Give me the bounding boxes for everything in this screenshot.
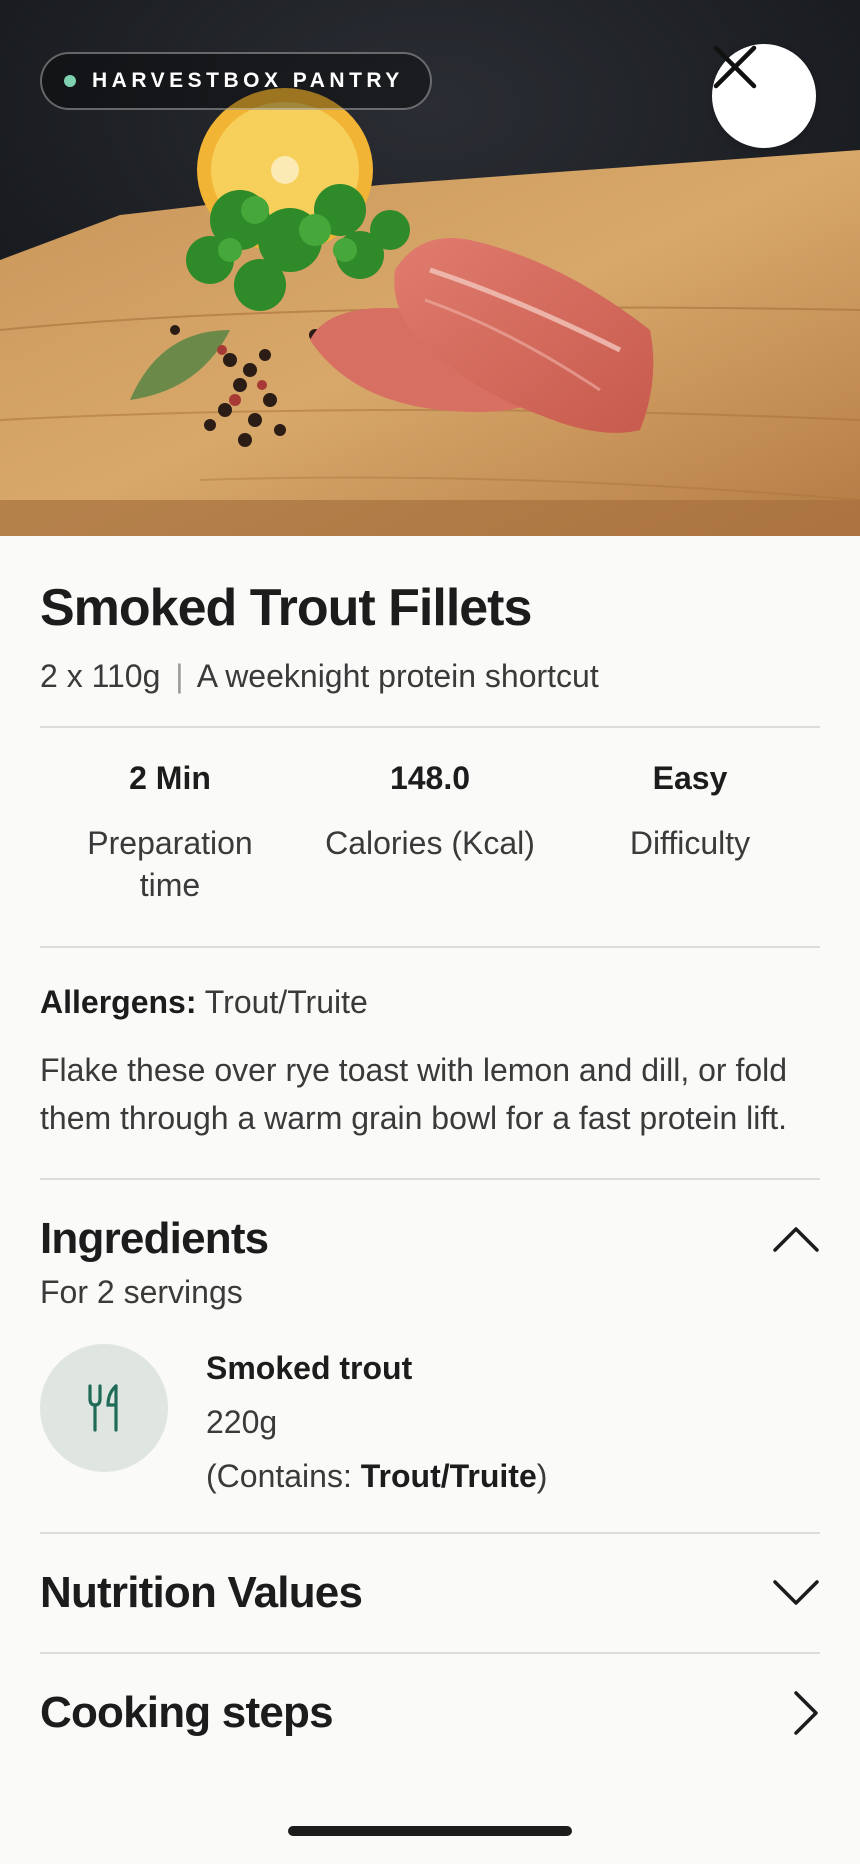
ingredient-name: Smoked trout (206, 1350, 413, 1386)
chevron-right-icon[interactable] (792, 1689, 820, 1737)
contains-value: Trout/Truite (360, 1458, 537, 1494)
status-dot-icon (64, 75, 76, 87)
ingredient-icon-circle (40, 1344, 168, 1472)
stat-prep-time: 2 Min Preparation time (40, 758, 300, 906)
product-title: Smoked Trout Fillets (40, 579, 532, 637)
allergens-line: Allergens: Trout/Truite (40, 982, 820, 1022)
chevron-up-icon[interactable] (772, 1225, 820, 1253)
stat-value: 2 Min (129, 760, 211, 796)
ingredients-section: Ingredients For 2 servings Smoked trout … (40, 1180, 820, 1532)
ingredients-title: Ingredients (40, 1214, 269, 1263)
ingredient-text: Smoked trout 220g (Contains: Trout/Truit… (206, 1348, 547, 1496)
cutlery-icon (88, 1384, 118, 1432)
portion-size: 2 x 110g (40, 658, 161, 694)
stat-value: Easy (652, 760, 728, 796)
contains-prefix: (Contains: (206, 1458, 361, 1494)
product-subtitle: 2 x 110g | A weeknight protein shortcut (40, 656, 820, 696)
nutrition-title: Nutrition Values (40, 1568, 363, 1617)
servings-text: For 2 servings (40, 1274, 243, 1310)
stats-row: 2 Min Preparation time 148.0 Calories (K… (40, 728, 820, 946)
chevron-down-icon[interactable] (772, 1579, 820, 1607)
stat-value: 148.0 (389, 760, 471, 796)
ingredient-contains: (Contains: Trout/Truite) (206, 1456, 547, 1496)
ingredients-header[interactable]: Ingredients (40, 1214, 820, 1264)
home-indicator (288, 1826, 572, 1836)
product-details: Smoked Trout Fillets 2 x 110g | A weekni… (40, 536, 820, 1772)
contains-suffix: ) (536, 1458, 548, 1494)
close-button[interactable] (712, 44, 816, 148)
allergens-label: Allergens: (40, 984, 197, 1020)
stat-calories: 148.0 Calories (Kcal) (300, 758, 560, 906)
ingredient-item: Smoked trout 220g (Contains: Trout/Truit… (40, 1344, 820, 1496)
stat-difficulty: Easy Difficulty (560, 758, 820, 906)
divider (40, 946, 820, 948)
stat-label: Calories (Kcal) (325, 825, 535, 861)
cooking-steps-title: Cooking steps (40, 1688, 334, 1737)
subtitle-separator: | (175, 658, 184, 694)
close-icon (713, 45, 757, 89)
cooking-steps-row[interactable]: Cooking steps (40, 1654, 820, 1772)
product-tagline: A weeknight protein shortcut (196, 658, 599, 694)
product-description: Flake these over rye toast with lemon an… (40, 1052, 788, 1136)
ingredient-quantity: 220g (206, 1404, 278, 1440)
allergens-value: Trout/Truite (204, 984, 368, 1020)
nutrition-section-header[interactable]: Nutrition Values (40, 1534, 820, 1652)
hero-image: HARVESTBOX PANTRY (0, 0, 860, 536)
brand-name: HARVESTBOX PANTRY (92, 69, 404, 92)
stat-label: Difficulty (629, 825, 751, 861)
stat-label: Preparation time (87, 825, 253, 903)
brand-badge: HARVESTBOX PANTRY (40, 52, 432, 110)
